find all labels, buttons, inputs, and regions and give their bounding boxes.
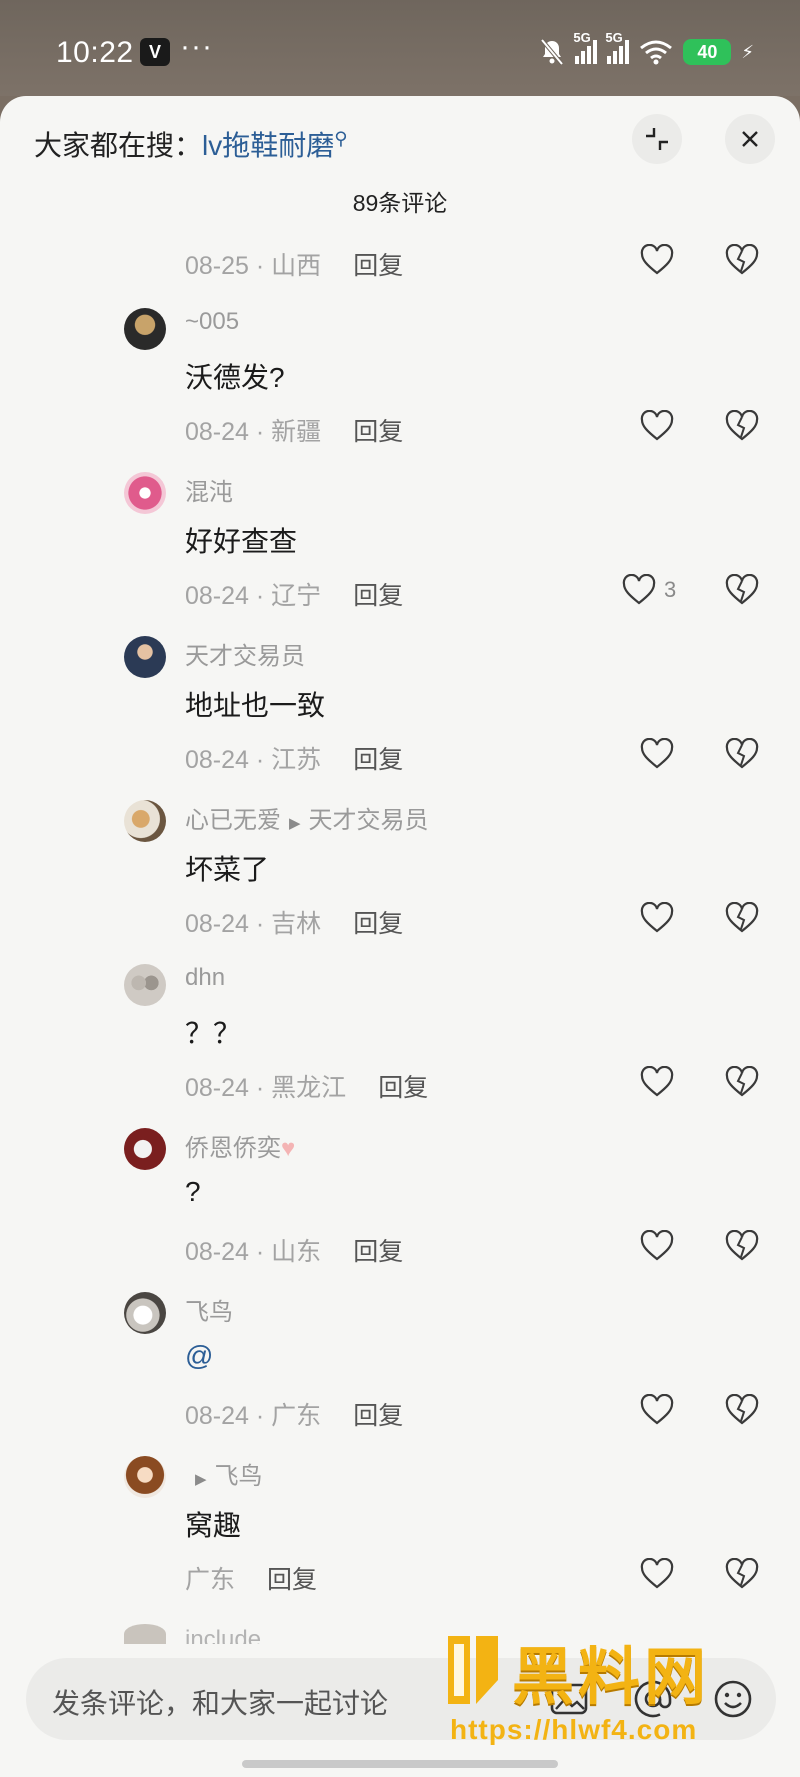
dislike-icon[interactable] bbox=[725, 738, 759, 770]
avatar[interactable] bbox=[124, 964, 166, 1006]
comment-text: ? bbox=[185, 1176, 201, 1207]
avatar[interactable] bbox=[124, 1128, 166, 1170]
like-icon[interactable] bbox=[640, 1558, 674, 1590]
like-icon[interactable] bbox=[640, 738, 674, 770]
avatar[interactable] bbox=[124, 472, 166, 514]
search-keyword[interactable]: lv拖鞋耐磨 bbox=[202, 130, 334, 161]
dislike-icon[interactable] bbox=[725, 574, 759, 606]
watermark-url: https://hlwf4.com bbox=[450, 1714, 698, 1745]
search-prefix: 大家都在搜： bbox=[34, 130, 203, 161]
reply-arrow-icon: ▶ bbox=[195, 1471, 207, 1488]
collapse-button[interactable] bbox=[632, 114, 682, 164]
reply-button[interactable]: 回复 bbox=[353, 418, 403, 446]
dislike-icon[interactable] bbox=[725, 1558, 759, 1590]
like-icon[interactable] bbox=[640, 902, 674, 934]
wifi-icon bbox=[640, 40, 673, 65]
comment-text: 坏菜了 bbox=[185, 854, 270, 885]
close-icon bbox=[742, 131, 758, 147]
watermark-logo-icon bbox=[448, 1636, 498, 1704]
home-indicator[interactable] bbox=[242, 1760, 558, 1768]
avatar[interactable] bbox=[124, 308, 166, 350]
search-suggestion[interactable]: 大家都在搜：lv拖鞋耐磨⚲ bbox=[34, 124, 347, 164]
comment-text: ？？ bbox=[185, 1018, 242, 1049]
comment-username[interactable]: 心已无爱 bbox=[185, 807, 281, 834]
status-icons: 5G 5G 40 ⚡ bbox=[539, 30, 754, 70]
comment-count: 89条评论 bbox=[352, 190, 448, 216]
reply-target-username[interactable]: 飞鸟 bbox=[215, 1463, 263, 1490]
avatar[interactable] bbox=[124, 636, 166, 678]
more-notifications-icon: ··· bbox=[180, 30, 213, 63]
search-icon: ⚲ bbox=[334, 128, 348, 149]
reply-button[interactable]: 回复 bbox=[353, 910, 403, 938]
app-badge-icon: V bbox=[140, 38, 170, 66]
reply-button[interactable]: 回复 bbox=[353, 1238, 403, 1266]
comment-username[interactable]: 飞鸟 bbox=[185, 1292, 233, 1327]
reply-button[interactable]: 回复 bbox=[353, 746, 403, 774]
comment-text: 地址也一致 bbox=[185, 690, 326, 721]
comment-username[interactable]: 侨恩侨奕 bbox=[185, 1135, 281, 1162]
comment-sheet: 大家都在搜：lv拖鞋耐磨⚲ 89条评论 08-25 · 山西 回复 ~005 沃德… bbox=[0, 96, 800, 1777]
like-button[interactable]: 3 bbox=[622, 574, 676, 606]
reply-button[interactable]: 回复 bbox=[378, 1074, 428, 1102]
reply-arrow-icon: ▶ bbox=[289, 815, 301, 832]
comment-username[interactable]: 天才交易员 bbox=[185, 636, 305, 671]
dislike-icon[interactable] bbox=[725, 902, 759, 934]
comment-meta: 08-25 · 山西 回复 bbox=[185, 252, 404, 280]
like-icon bbox=[622, 574, 656, 605]
comment-text: 窝趣 bbox=[185, 1510, 242, 1541]
close-button[interactable] bbox=[725, 114, 775, 164]
comment-username[interactable]: include bbox=[185, 1626, 261, 1644]
comment-username[interactable]: 混沌 bbox=[185, 472, 233, 507]
charging-icon: ⚡ bbox=[741, 41, 754, 62]
heart-emoji-icon: ♥ bbox=[281, 1135, 296, 1162]
like-count: 3 bbox=[664, 577, 677, 602]
comment-meta: 08-24 · 黑龙江 回复 bbox=[185, 1074, 429, 1102]
avatar[interactable] bbox=[124, 1292, 166, 1334]
comment-username[interactable]: dhn bbox=[185, 964, 225, 992]
dislike-icon[interactable] bbox=[725, 1066, 759, 1098]
comment-meta: 08-24 · 广东 回复 bbox=[185, 1402, 404, 1430]
like-icon[interactable] bbox=[640, 1394, 674, 1426]
collapse-icon bbox=[646, 128, 668, 150]
like-icon[interactable] bbox=[640, 1230, 674, 1262]
avatar[interactable] bbox=[124, 1456, 166, 1498]
comment-text: 好好查查 bbox=[185, 526, 298, 557]
mute-bell-icon bbox=[540, 38, 564, 66]
comment-meta: 08-24 · 辽宁 回复 bbox=[185, 582, 404, 610]
comment-meta: 广东 回复 bbox=[185, 1566, 318, 1594]
comment-username: 心已无爱 ▶ 天才交易员 bbox=[185, 800, 429, 835]
status-bar: 10:22 V ··· 5G 5G 40 ⚡ bbox=[0, 0, 800, 96]
signal-icon: 5G bbox=[573, 30, 598, 64]
reply-button[interactable]: 回复 bbox=[353, 252, 403, 280]
comment-meta: 08-24 · 山东 回复 bbox=[185, 1238, 404, 1266]
watermark: 黑料网 https://hlwf4.com bbox=[440, 1632, 770, 1750]
reply-button[interactable]: 回复 bbox=[353, 582, 403, 610]
comment-input[interactable]: 发条评论，和大家一起讨论 bbox=[52, 1682, 388, 1722]
comment-text[interactable]: @ bbox=[185, 1340, 213, 1372]
reply-target-username[interactable]: 天才交易员 bbox=[309, 807, 429, 834]
avatar[interactable] bbox=[124, 1624, 166, 1644]
battery-icon: 40 bbox=[683, 39, 732, 65]
dislike-icon[interactable] bbox=[725, 244, 759, 276]
dislike-icon[interactable] bbox=[725, 410, 759, 442]
watermark-brand: 黑料网 bbox=[512, 1640, 711, 1713]
comment-username: ▶ 飞鸟 bbox=[185, 1456, 263, 1491]
avatar[interactable] bbox=[124, 800, 166, 842]
status-time: 10:22 bbox=[56, 36, 134, 69]
reply-button[interactable]: 回复 bbox=[353, 1402, 403, 1430]
like-icon[interactable] bbox=[640, 410, 674, 442]
dislike-icon[interactable] bbox=[725, 1394, 759, 1426]
dislike-icon[interactable] bbox=[725, 1230, 759, 1262]
like-icon[interactable] bbox=[640, 1066, 674, 1098]
comment-meta: 08-24 · 江苏 回复 bbox=[185, 746, 404, 774]
like-icon[interactable] bbox=[640, 244, 674, 276]
comment-username[interactable]: ~005 bbox=[185, 308, 239, 336]
signal-icon: 5G bbox=[605, 30, 630, 64]
reply-button[interactable]: 回复 bbox=[267, 1566, 317, 1594]
comment-username: 侨恩侨奕♥ bbox=[185, 1128, 295, 1163]
comment-text: 沃德发? bbox=[185, 362, 285, 393]
comment-meta: 08-24 · 吉林 回复 bbox=[185, 910, 404, 938]
comment-meta: 08-24 · 新疆 回复 bbox=[185, 418, 404, 446]
